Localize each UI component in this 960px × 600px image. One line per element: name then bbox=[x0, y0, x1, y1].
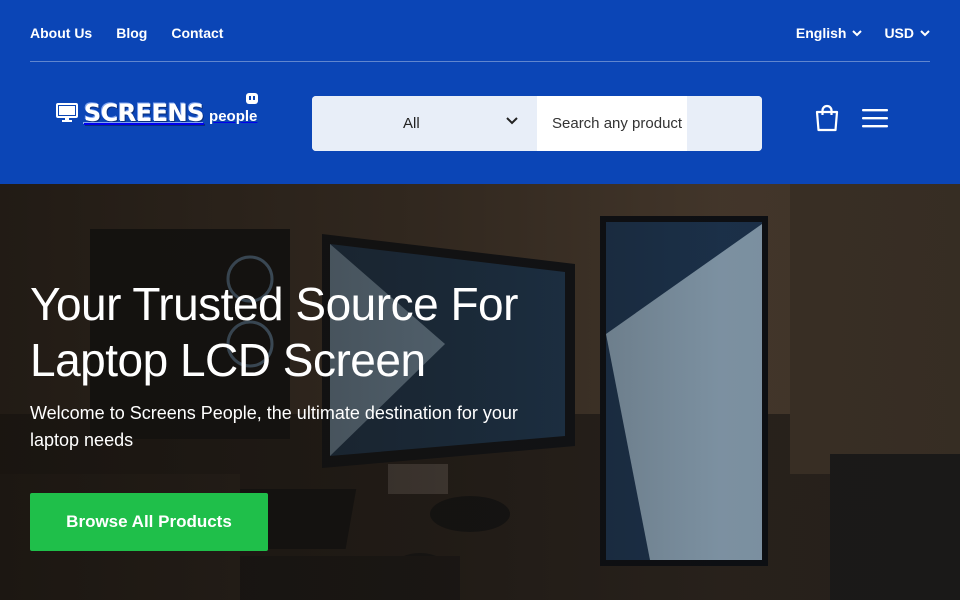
hero-title: Your Trusted Source For Laptop LCD Scree… bbox=[30, 278, 518, 386]
chevron-down-icon bbox=[920, 29, 930, 36]
logo-tagline: people bbox=[209, 93, 259, 126]
robot-icon bbox=[246, 93, 259, 104]
hamburger-menu-icon[interactable] bbox=[862, 108, 888, 128]
locale-selectors: English USD bbox=[774, 25, 930, 41]
browse-all-products-button[interactable]: Browse All Products bbox=[30, 493, 268, 551]
hero-banner: Your Trusted Source For Laptop LCD Scree… bbox=[0, 184, 960, 600]
logo-tagline-text: people bbox=[209, 108, 258, 125]
currency-selector[interactable]: USD bbox=[884, 25, 930, 41]
logo-wordmark: SCREENS bbox=[84, 99, 205, 127]
search-bar: All bbox=[312, 96, 762, 151]
currency-label: USD bbox=[884, 25, 914, 41]
chevron-down-icon bbox=[852, 29, 863, 36]
top-nav: About Us Blog Contact bbox=[30, 25, 247, 41]
chevron-down-icon bbox=[506, 117, 518, 125]
language-selector[interactable]: English bbox=[796, 25, 863, 41]
search-input[interactable] bbox=[537, 96, 687, 151]
about-us-link[interactable]: About Us bbox=[30, 25, 92, 41]
top-bar: About Us Blog Contact English USD bbox=[0, 0, 960, 62]
hero-subtitle: Welcome to Screens People, the ultimate … bbox=[30, 403, 518, 450]
monitor-icon bbox=[56, 103, 78, 122]
site-logo[interactable]: SCREENS people bbox=[56, 93, 259, 127]
language-label: English bbox=[795, 25, 847, 41]
blog-link[interactable]: Blog bbox=[116, 25, 147, 41]
search-button[interactable] bbox=[687, 96, 762, 151]
shopping-bag-icon[interactable] bbox=[814, 104, 840, 132]
category-label: All bbox=[403, 115, 420, 132]
contact-link[interactable]: Contact bbox=[171, 25, 223, 41]
main-header: SCREENS people All bbox=[0, 62, 960, 184]
category-select[interactable]: All bbox=[312, 96, 537, 151]
